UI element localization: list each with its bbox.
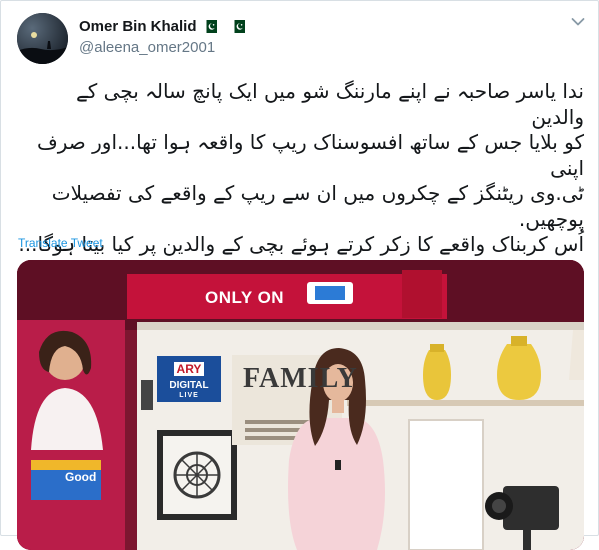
ary-logo-line: LIVE <box>179 392 199 399</box>
avatar[interactable] <box>17 13 68 64</box>
avatar-image <box>17 13 68 64</box>
family-wall-sign: FAMILY <box>243 363 358 394</box>
user-handle[interactable]: @aleena_omer2001 <box>79 39 215 56</box>
only-on-banner: ONLY ON <box>205 288 285 307</box>
tweet-line: ندا یاسر صاحبہ نے اپنے مارننگ شو میں ایک… <box>76 79 584 129</box>
tweet-media[interactable]: ONLY ON ARY DIGITAL LIVE FAMILY Good <box>17 260 584 550</box>
show-logo: Good <box>65 470 97 484</box>
pakistan-flag-icon <box>202 20 217 33</box>
chevron-down-icon[interactable] <box>571 17 585 27</box>
translate-tweet-link[interactable]: Translate Tweet <box>18 236 103 250</box>
tweet-line: ٹی.وی ریٹنگز کے چکروں میں ان سے ریپ کے و… <box>51 181 584 205</box>
pakistan-flag-icon <box>230 20 245 33</box>
tweet-text: ندا یاسر صاحبہ نے اپنے مارننگ شو میں ایک… <box>18 79 584 258</box>
tweet-line: کو بلایا جس کے ساتھ افسوسناک ریپ کا واقع… <box>37 130 584 180</box>
display-name-row[interactable]: Omer Bin Khalid <box>79 18 245 35</box>
media-image <box>17 260 584 550</box>
ary-logo-line: ARY <box>173 362 205 376</box>
tweet-line: پوچھیں. <box>518 206 584 231</box>
ary-digital-logo: ARY DIGITAL LIVE <box>160 360 218 399</box>
display-name[interactable]: Omer Bin Khalid <box>79 18 197 35</box>
ary-logo-line: DIGITAL <box>169 380 209 391</box>
